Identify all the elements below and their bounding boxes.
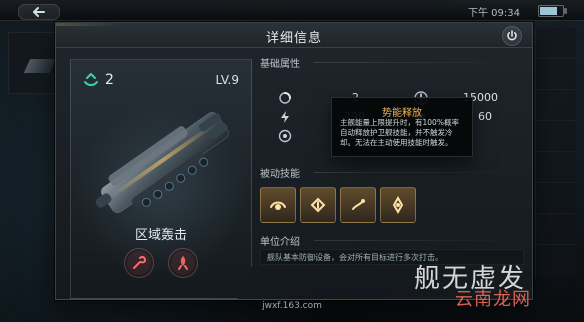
tooltip-body: 主舰能量上限提升时，有100%概率自动释放护卫舰技能，并不触发冷却。无法在主动使… xyxy=(340,118,459,147)
watermark-url: jwxf.163.com xyxy=(262,301,322,311)
dialog-title-bar: 详细信息 xyxy=(56,23,532,48)
passive-skills xyxy=(260,165,524,231)
background-right-row xyxy=(536,59,576,90)
skill-tile[interactable] xyxy=(380,187,416,223)
background-right-row xyxy=(536,90,576,121)
section-unit-intro: 单位介绍 xyxy=(260,237,300,248)
skill-icon xyxy=(270,201,286,210)
rocket-icon xyxy=(178,256,188,270)
skill-icon xyxy=(310,197,326,213)
tooltip-title: 势能释放 xyxy=(382,108,422,119)
skill-tooltip: 势能释放 主舰能量上限提升时，有100%概率自动释放护卫舰技能，并不触发冷却。无… xyxy=(331,97,473,157)
lightning-icon xyxy=(281,111,289,123)
skill-icon xyxy=(392,195,404,215)
background-ship-thumbnail xyxy=(23,59,57,73)
background-right-row xyxy=(536,121,576,152)
close-button[interactable] xyxy=(502,26,522,46)
dismantle-button[interactable] xyxy=(124,248,154,278)
top-status-bar: 下午 09:34 xyxy=(0,0,584,21)
divider xyxy=(314,240,524,241)
background-right-panel xyxy=(535,28,576,278)
ship-actions xyxy=(71,248,251,278)
skill-icon xyxy=(352,199,365,210)
skill-tile[interactable] xyxy=(260,187,296,223)
ship-count: 2 xyxy=(83,72,114,88)
ship-illustration xyxy=(95,111,229,214)
skill-tile[interactable] xyxy=(300,187,336,223)
back-icon xyxy=(33,7,45,17)
ship-level: LV.9 xyxy=(215,73,239,87)
clock: 下午 09:34 xyxy=(468,8,520,19)
wrench-icon xyxy=(133,255,147,269)
dialog-title: 详细信息 xyxy=(265,31,322,46)
ship-card: 2 LV.9 区域轰击 xyxy=(70,59,252,299)
upgrade-button[interactable] xyxy=(168,248,198,278)
ship-name: 区域轰击 xyxy=(134,228,187,243)
skill-tile[interactable] xyxy=(340,187,376,223)
back-button[interactable] xyxy=(18,4,60,20)
divider xyxy=(314,62,524,63)
section-base-attributes: 基础属性 xyxy=(260,59,300,70)
battery-icon xyxy=(538,5,567,17)
ship-count-value: 2 xyxy=(105,72,114,88)
background-right-row xyxy=(536,152,576,183)
power-icon xyxy=(507,30,517,41)
battery-level xyxy=(540,7,557,15)
background-right-row xyxy=(536,214,576,245)
background-right-row xyxy=(536,28,576,59)
stat-value: 60 xyxy=(478,110,492,123)
spin-icon xyxy=(279,92,291,104)
ship-count-icon xyxy=(84,73,98,86)
target-icon xyxy=(278,129,292,143)
background-right-row xyxy=(536,183,576,214)
